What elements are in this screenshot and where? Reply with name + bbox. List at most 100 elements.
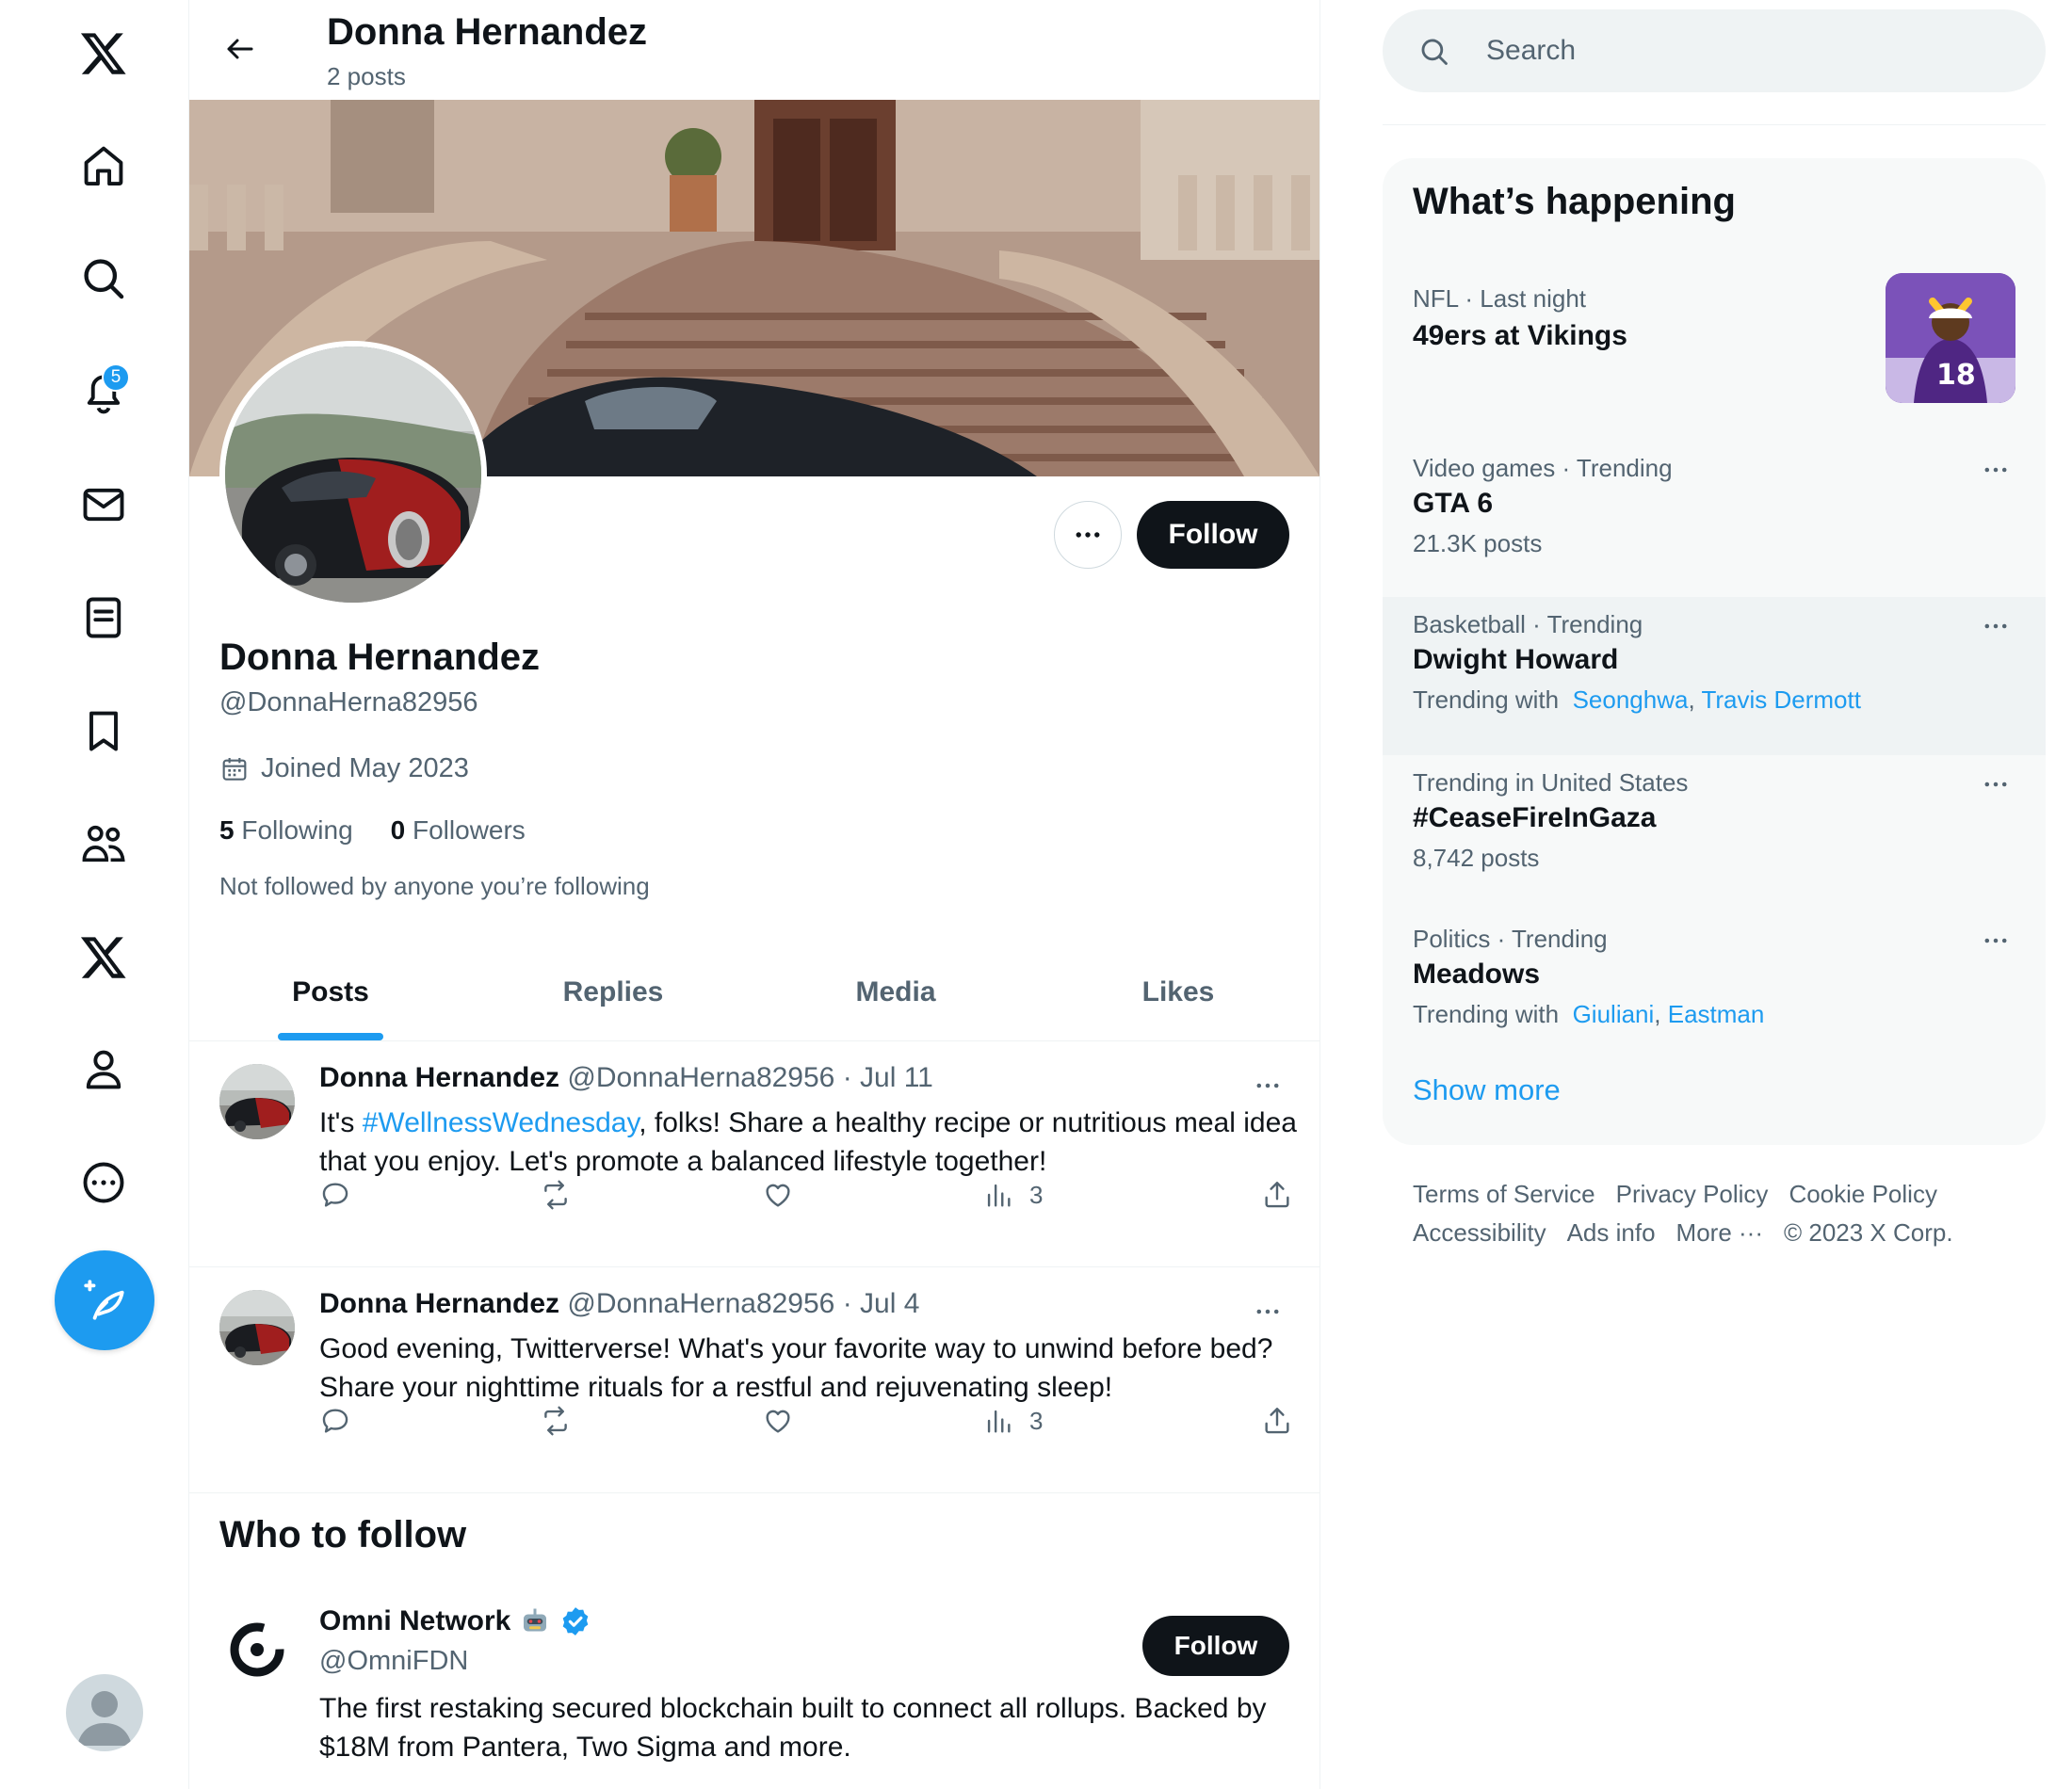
- follow-profile-button[interactable]: Follow: [1137, 501, 1289, 569]
- trend-related-link[interactable]: Giuliani: [1573, 1000, 1655, 1028]
- following-link[interactable]: 5 Following: [219, 815, 353, 846]
- views-chart-icon: [987, 1410, 1011, 1433]
- active-tab-indicator: [278, 1033, 383, 1040]
- x-logo-icon[interactable]: [66, 15, 141, 90]
- profile-more-options-button[interactable]: [1054, 501, 1122, 569]
- reply-button[interactable]: [319, 1405, 351, 1437]
- trend-thumbnail-image[interactable]: 18: [1886, 273, 2015, 403]
- profile-tabs: Posts Replies Media Likes: [189, 943, 1319, 1041]
- footer-link-ads-info[interactable]: Ads info: [1567, 1218, 1656, 1247]
- profile-person-icon[interactable]: [66, 1032, 141, 1107]
- notifications-bell-icon[interactable]: 5: [66, 354, 141, 429]
- views-button[interactable]: 3: [982, 1405, 1043, 1437]
- profile-avatar-image[interactable]: [219, 341, 487, 608]
- bookmarks-icon[interactable]: [66, 693, 141, 768]
- post-header: Donna Hernandez @DonnaHerna82956 · Jul 4: [319, 1288, 919, 1320]
- followers-link[interactable]: 0 Followers: [391, 815, 526, 846]
- communities-icon[interactable]: [66, 806, 141, 881]
- who-to-follow-heading: Who to follow: [219, 1514, 467, 1555]
- following-label: Following: [241, 815, 353, 845]
- trend-more-icon[interactable]: [1980, 925, 2012, 961]
- views-count: 3: [1029, 1406, 1044, 1435]
- like-button[interactable]: [762, 1405, 794, 1437]
- trend-related-link[interactable]: Eastman: [1668, 1000, 1765, 1028]
- share-button[interactable]: [1261, 1179, 1293, 1211]
- account-avatar[interactable]: [66, 1674, 143, 1751]
- trend-name: Meadows: [1413, 959, 1541, 990]
- trend-item[interactable]: Basketball · Trending Dwight Howard Tren…: [1383, 597, 2046, 755]
- share-button[interactable]: [1261, 1405, 1293, 1437]
- robot-emoji-icon: [524, 1608, 547, 1632]
- trend-post-count: 21.3K posts: [1413, 529, 1543, 557]
- compose-post-button[interactable]: [55, 1250, 154, 1350]
- post-item[interactable]: Donna Hernandez @DonnaHerna82956 · Jul 4…: [189, 1267, 1319, 1493]
- more-circle-icon[interactable]: [66, 1145, 141, 1220]
- share-icon: [1265, 1182, 1289, 1208]
- header-profile-name: Donna Hernandez: [327, 11, 648, 53]
- reply-bubble-icon: [322, 1409, 348, 1433]
- feather-plus-icon: [84, 1280, 124, 1320]
- post-actions: 3: [319, 1179, 1299, 1222]
- post-author-name[interactable]: Donna Hernandez: [319, 1288, 559, 1319]
- tab-likes-label: Likes: [1141, 975, 1215, 1007]
- trend-related-link[interactable]: Travis Dermott: [1701, 685, 1861, 714]
- reply-button[interactable]: [319, 1179, 351, 1211]
- repost-button[interactable]: [540, 1179, 572, 1211]
- suggested-account-bio: The first restaking secured blockchain b…: [319, 1693, 1267, 1763]
- post-more-icon[interactable]: [1252, 1296, 1284, 1332]
- joined-text: Joined May 2023: [261, 753, 469, 783]
- footer-link-accessibility[interactable]: Accessibility: [1413, 1218, 1546, 1247]
- trend-item[interactable]: Politics · Trending Meadows Trending wit…: [1383, 911, 2046, 1070]
- explore-search-icon[interactable]: [66, 241, 141, 316]
- trend-related-link[interactable]: Seonghwa: [1573, 685, 1689, 714]
- tab-posts-label: Posts: [292, 975, 369, 1007]
- views-button[interactable]: 3: [982, 1179, 1043, 1211]
- trend-meta: Video games · Trending: [1413, 454, 1673, 482]
- lists-icon[interactable]: [66, 580, 141, 655]
- post-text: Good evening, Twitterverse! What's your …: [319, 1330, 1299, 1407]
- footer-copyright: © 2023 X Corp.: [1783, 1218, 1953, 1247]
- trend-item[interactable]: Trending in United States #CeaseFireInGa…: [1383, 755, 2046, 911]
- suggested-account-avatar[interactable]: [219, 1612, 295, 1687]
- tab-replies[interactable]: Replies: [472, 943, 754, 1040]
- suggested-account-name-row[interactable]: Omni Network: [319, 1604, 591, 1638]
- footer-link-more[interactable]: More ···: [1676, 1218, 1763, 1247]
- footer-link-cookie[interactable]: Cookie Policy: [1789, 1180, 1937, 1208]
- post-hashtag-link[interactable]: #WellnessWednesday: [363, 1107, 639, 1138]
- svg-text:18: 18: [1936, 359, 1976, 392]
- profile-name: Donna Hernandez: [219, 637, 541, 678]
- post-more-icon[interactable]: [1252, 1070, 1284, 1106]
- post-author-name[interactable]: Donna Hernandez: [319, 1062, 559, 1093]
- post-author-avatar[interactable]: [219, 1064, 295, 1139]
- tab-posts[interactable]: Posts: [189, 943, 472, 1040]
- footer-link-terms[interactable]: Terms of Service: [1413, 1180, 1595, 1208]
- profile-stats: 5 Following 0 Followers: [219, 815, 526, 846]
- trend-more-icon[interactable]: [1980, 768, 2012, 805]
- trend-more-icon[interactable]: [1980, 454, 2012, 491]
- like-button[interactable]: [762, 1179, 794, 1211]
- trend-post-count: 8,742 posts: [1413, 844, 1540, 872]
- repost-icon: [544, 1180, 567, 1210]
- trend-item[interactable]: Video games · Trending GTA 6 21.3K posts: [1383, 441, 2046, 597]
- back-arrow-icon[interactable]: [214, 23, 267, 75]
- home-icon[interactable]: [66, 128, 141, 203]
- post-author-avatar[interactable]: [219, 1290, 295, 1365]
- follow-suggested-button[interactable]: Follow: [1142, 1616, 1289, 1676]
- trend-more-icon[interactable]: [1980, 610, 2012, 647]
- tab-media[interactable]: Media: [754, 943, 1037, 1040]
- heart-icon: [766, 1184, 790, 1207]
- left-nav: 5: [0, 0, 188, 1789]
- premium-x-icon[interactable]: [66, 919, 141, 994]
- profile-column: Donna Hernandez 2 posts Follow Donna Her…: [188, 0, 1320, 1789]
- search-input[interactable]: [1486, 28, 2014, 73]
- tab-likes[interactable]: Likes: [1037, 943, 1319, 1040]
- followers-label: Followers: [413, 815, 526, 845]
- post-item[interactable]: Donna Hernandez @DonnaHerna82956 · Jul 1…: [189, 1041, 1319, 1267]
- messages-envelope-icon[interactable]: [66, 467, 141, 542]
- repost-icon: [544, 1406, 567, 1436]
- search-icon: [1421, 39, 1448, 65]
- footer-link-privacy[interactable]: Privacy Policy: [1616, 1180, 1769, 1208]
- show-more-link[interactable]: Show more: [1413, 1073, 1561, 1107]
- search-box[interactable]: [1383, 9, 2046, 92]
- repost-button[interactable]: [540, 1405, 572, 1437]
